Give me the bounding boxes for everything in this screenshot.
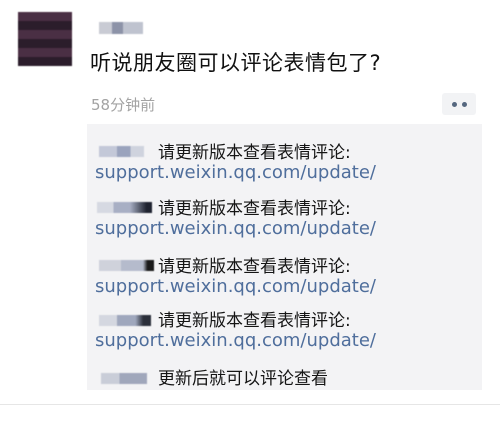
post-text: 听说朋友圈可以评论表情包了? <box>90 51 382 75</box>
comment-text: 请更新版本查看表情评论: <box>158 311 351 331</box>
more-dots-icon-part <box>461 101 467 107</box>
comment-link[interactable]: support.weixin.qq.com/update/ <box>95 276 376 297</box>
commenter-name-blurred[interactable] <box>99 146 144 157</box>
comment-text: 请更新版本查看表情评论: <box>158 257 351 277</box>
comment-text: 请更新版本查看表情评论: <box>158 199 351 219</box>
comment-text: 请更新版本查看表情评论: <box>158 143 351 163</box>
commenter-name-blurred[interactable] <box>99 260 154 271</box>
more-button[interactable] <box>442 93 476 115</box>
comment-link[interactable]: support.weixin.qq.com/update/ <box>95 330 376 351</box>
username-blurred[interactable] <box>99 22 143 34</box>
avatar[interactable] <box>18 12 72 66</box>
comment-link[interactable]: support.weixin.qq.com/update/ <box>95 218 376 239</box>
comment-link[interactable]: support.weixin.qq.com/update/ <box>95 162 376 183</box>
commenter-name-blurred[interactable] <box>99 315 151 326</box>
commenter-name-blurred[interactable] <box>101 373 147 384</box>
post-timestamp: 58分钟前 <box>91 96 156 114</box>
comments-panel: 请更新版本查看表情评论: support.weixin.qq.com/updat… <box>87 124 482 390</box>
more-dots-icon <box>451 101 457 107</box>
comment-text: 更新后就可以评论查看 <box>158 369 328 389</box>
divider <box>0 404 500 405</box>
commenter-name-blurred[interactable] <box>97 202 152 213</box>
